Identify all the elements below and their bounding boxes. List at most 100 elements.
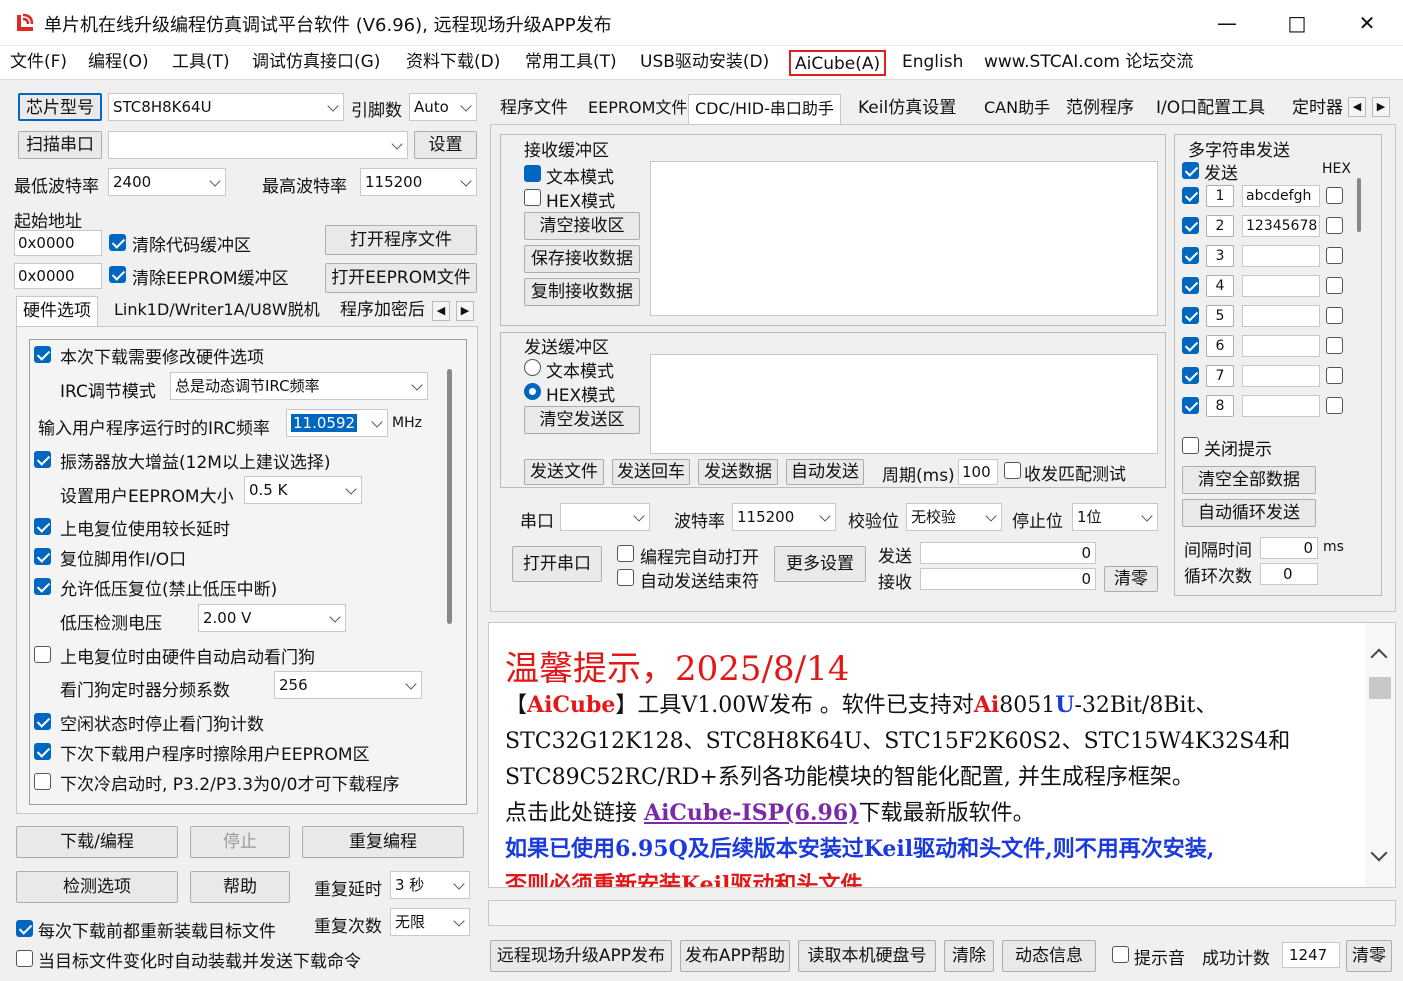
remote-upgrade-button[interactable]: 远程现场升级APP发布	[490, 940, 672, 972]
rx-text-mode-radio[interactable]	[524, 165, 541, 182]
auto-open-checkbox[interactable]	[617, 545, 634, 562]
send-data-button[interactable]: 发送数据	[698, 459, 778, 485]
multi-row-send-checkbox[interactable]	[1182, 307, 1199, 324]
tab-eeprom-file[interactable]: EEPROM文件	[582, 94, 693, 124]
tab-offline-writer[interactable]: Link1D/Writer1A/U8W脱机	[108, 296, 326, 326]
beep-checkbox[interactable]	[1112, 946, 1129, 963]
read-disk-id-button[interactable]: 读取本机硬盘号	[798, 940, 936, 972]
irc-frequency-select[interactable]: 11.0592	[286, 409, 388, 437]
erase-eeprom-checkbox[interactable]	[34, 743, 51, 760]
menu-debug[interactable]: 调试仿真接口(G)	[252, 50, 380, 76]
multi-row-text-input[interactable]	[1242, 275, 1320, 297]
stop-button[interactable]: 停止	[190, 826, 290, 858]
tab-timer[interactable]: 定时器	[1286, 94, 1349, 124]
loop-count-input[interactable]: 0	[1260, 563, 1318, 585]
more-settings-button[interactable]: 更多设置	[774, 546, 866, 582]
multi-row-text-input[interactable]	[1242, 395, 1320, 417]
scroll-down-icon[interactable]	[1370, 844, 1388, 862]
chip-model-select[interactable]: STC8H8K64U	[108, 93, 344, 121]
multi-row-number-button[interactable]: 6	[1206, 335, 1234, 357]
eeprom-start-address-input[interactable]: 0x0000	[14, 263, 102, 289]
serial-port-select[interactable]	[560, 503, 650, 531]
baud-select[interactable]: 115200	[732, 503, 836, 531]
multi-row-hex-checkbox[interactable]	[1326, 367, 1343, 384]
cold-start-p32-checkbox[interactable]	[34, 773, 51, 790]
clear-receive-button[interactable]: 清空接收区	[524, 212, 640, 240]
scroll-thumb[interactable]	[1369, 677, 1391, 699]
modify-hw-options-checkbox[interactable]	[34, 346, 51, 363]
max-baud-select[interactable]: 115200	[360, 168, 477, 196]
send-enter-button[interactable]: 发送回车	[612, 459, 690, 485]
open-eeprom-file-button[interactable]: 打开EEPROM文件	[325, 263, 477, 293]
tab-examples[interactable]: 范例程序	[1060, 94, 1140, 124]
multi-row-text-input[interactable]	[1242, 365, 1320, 387]
multi-row-text-input[interactable]	[1242, 335, 1320, 357]
tab-io-config[interactable]: I/O口配置工具	[1150, 94, 1271, 124]
maximize-button[interactable]: □	[1262, 0, 1332, 46]
port-select[interactable]	[108, 131, 408, 159]
period-input[interactable]: 100	[958, 459, 998, 485]
open-serial-button[interactable]: 打开串口	[512, 546, 602, 582]
close-button[interactable]: ✕	[1332, 0, 1402, 46]
irc-mode-select[interactable]: 总是动态调节IRC频率	[170, 372, 428, 400]
menu-website[interactable]: www.STCAI.com 论坛交流	[984, 50, 1193, 76]
close-tip-checkbox[interactable]	[1182, 437, 1199, 454]
idle-stop-wdt-checkbox[interactable]	[34, 713, 51, 730]
tab-encryption[interactable]: 程序加密后	[334, 296, 431, 326]
scan-port-button[interactable]: 扫描串口	[18, 131, 102, 159]
repeat-count-select[interactable]: 无限	[390, 908, 470, 936]
clear-code-checkbox[interactable]	[109, 234, 126, 251]
multi-row-number-button[interactable]: 5	[1206, 305, 1234, 327]
menu-tools[interactable]: 工具(T)	[172, 50, 230, 76]
dynamic-info-button[interactable]: 动态信息	[1002, 940, 1096, 972]
code-start-address-input[interactable]: 0x0000	[14, 230, 102, 256]
tab-program-file[interactable]: 程序文件	[494, 94, 574, 124]
multi-row-number-button[interactable]: 8	[1206, 395, 1234, 417]
multi-row-number-button[interactable]: 4	[1206, 275, 1234, 297]
help-button[interactable]: 帮助	[190, 871, 290, 903]
tab-serial-assistant[interactable]: CDC/HID-串口助手	[688, 94, 841, 124]
interval-input[interactable]: 0	[1260, 537, 1318, 559]
reset-pin-io-checkbox[interactable]	[34, 548, 51, 565]
user-eeprom-size-select[interactable]: 0.5 K	[244, 476, 362, 504]
auto-end-checkbox[interactable]	[617, 569, 634, 586]
multi-row-send-checkbox[interactable]	[1182, 367, 1199, 384]
repeat-program-button[interactable]: 重复编程	[302, 826, 464, 858]
tx-text-mode-radio[interactable]	[524, 359, 541, 376]
tab-scroll-right-icon[interactable]: ▶	[1372, 97, 1390, 117]
menu-usb-driver[interactable]: USB驱动安装(D)	[640, 50, 769, 76]
rx-hex-mode-checkbox[interactable]	[524, 189, 541, 206]
multi-row-hex-checkbox[interactable]	[1326, 217, 1343, 234]
auto-send-button[interactable]: 自动发送	[786, 459, 864, 485]
reset-success-button[interactable]: 清零	[1346, 940, 1392, 972]
app-help-button[interactable]: 发布APP帮助	[680, 940, 790, 972]
options-scrollbar[interactable]	[447, 369, 452, 624]
scroll-up-icon[interactable]	[1370, 648, 1388, 666]
multi-row-send-checkbox[interactable]	[1182, 337, 1199, 354]
multi-row-hex-checkbox[interactable]	[1326, 247, 1343, 264]
multi-row-number-button[interactable]: 2	[1206, 215, 1234, 237]
copy-receive-button[interactable]: 复制接收数据	[524, 278, 640, 306]
multi-row-text-input[interactable]: abcdefgh	[1242, 185, 1320, 207]
download-program-button[interactable]: 下载/编程	[16, 826, 178, 858]
wdt-prescaler-select[interactable]: 256	[274, 671, 422, 699]
multi-row-number-button[interactable]: 3	[1206, 245, 1234, 267]
multi-row-hex-checkbox[interactable]	[1326, 187, 1343, 204]
notice-scrollbar[interactable]	[1365, 623, 1395, 887]
save-receive-button[interactable]: 保存接收数据	[524, 245, 640, 273]
match-test-checkbox[interactable]	[1004, 462, 1021, 479]
menu-download[interactable]: 资料下载(D)	[406, 50, 500, 76]
menu-common-tools[interactable]: 常用工具(T)	[525, 50, 617, 76]
multi-row-number-button[interactable]: 7	[1206, 365, 1234, 387]
multi-scrollbar[interactable]	[1357, 178, 1361, 232]
tx-hex-mode-radio[interactable]	[524, 383, 541, 400]
tab-can-assistant[interactable]: CAN助手	[978, 94, 1056, 124]
chip-model-button[interactable]: 芯片型号	[18, 93, 102, 121]
menu-file[interactable]: 文件(F)	[10, 50, 67, 76]
tab-scroll-right-icon[interactable]: ▶	[456, 301, 474, 321]
minimize-button[interactable]: —	[1192, 0, 1262, 46]
clear-eeprom-checkbox[interactable]	[109, 266, 126, 283]
lvd-voltage-select[interactable]: 2.00 V	[198, 604, 346, 632]
multi-row-send-checkbox[interactable]	[1182, 187, 1199, 204]
check-options-button[interactable]: 检测选项	[16, 871, 178, 903]
